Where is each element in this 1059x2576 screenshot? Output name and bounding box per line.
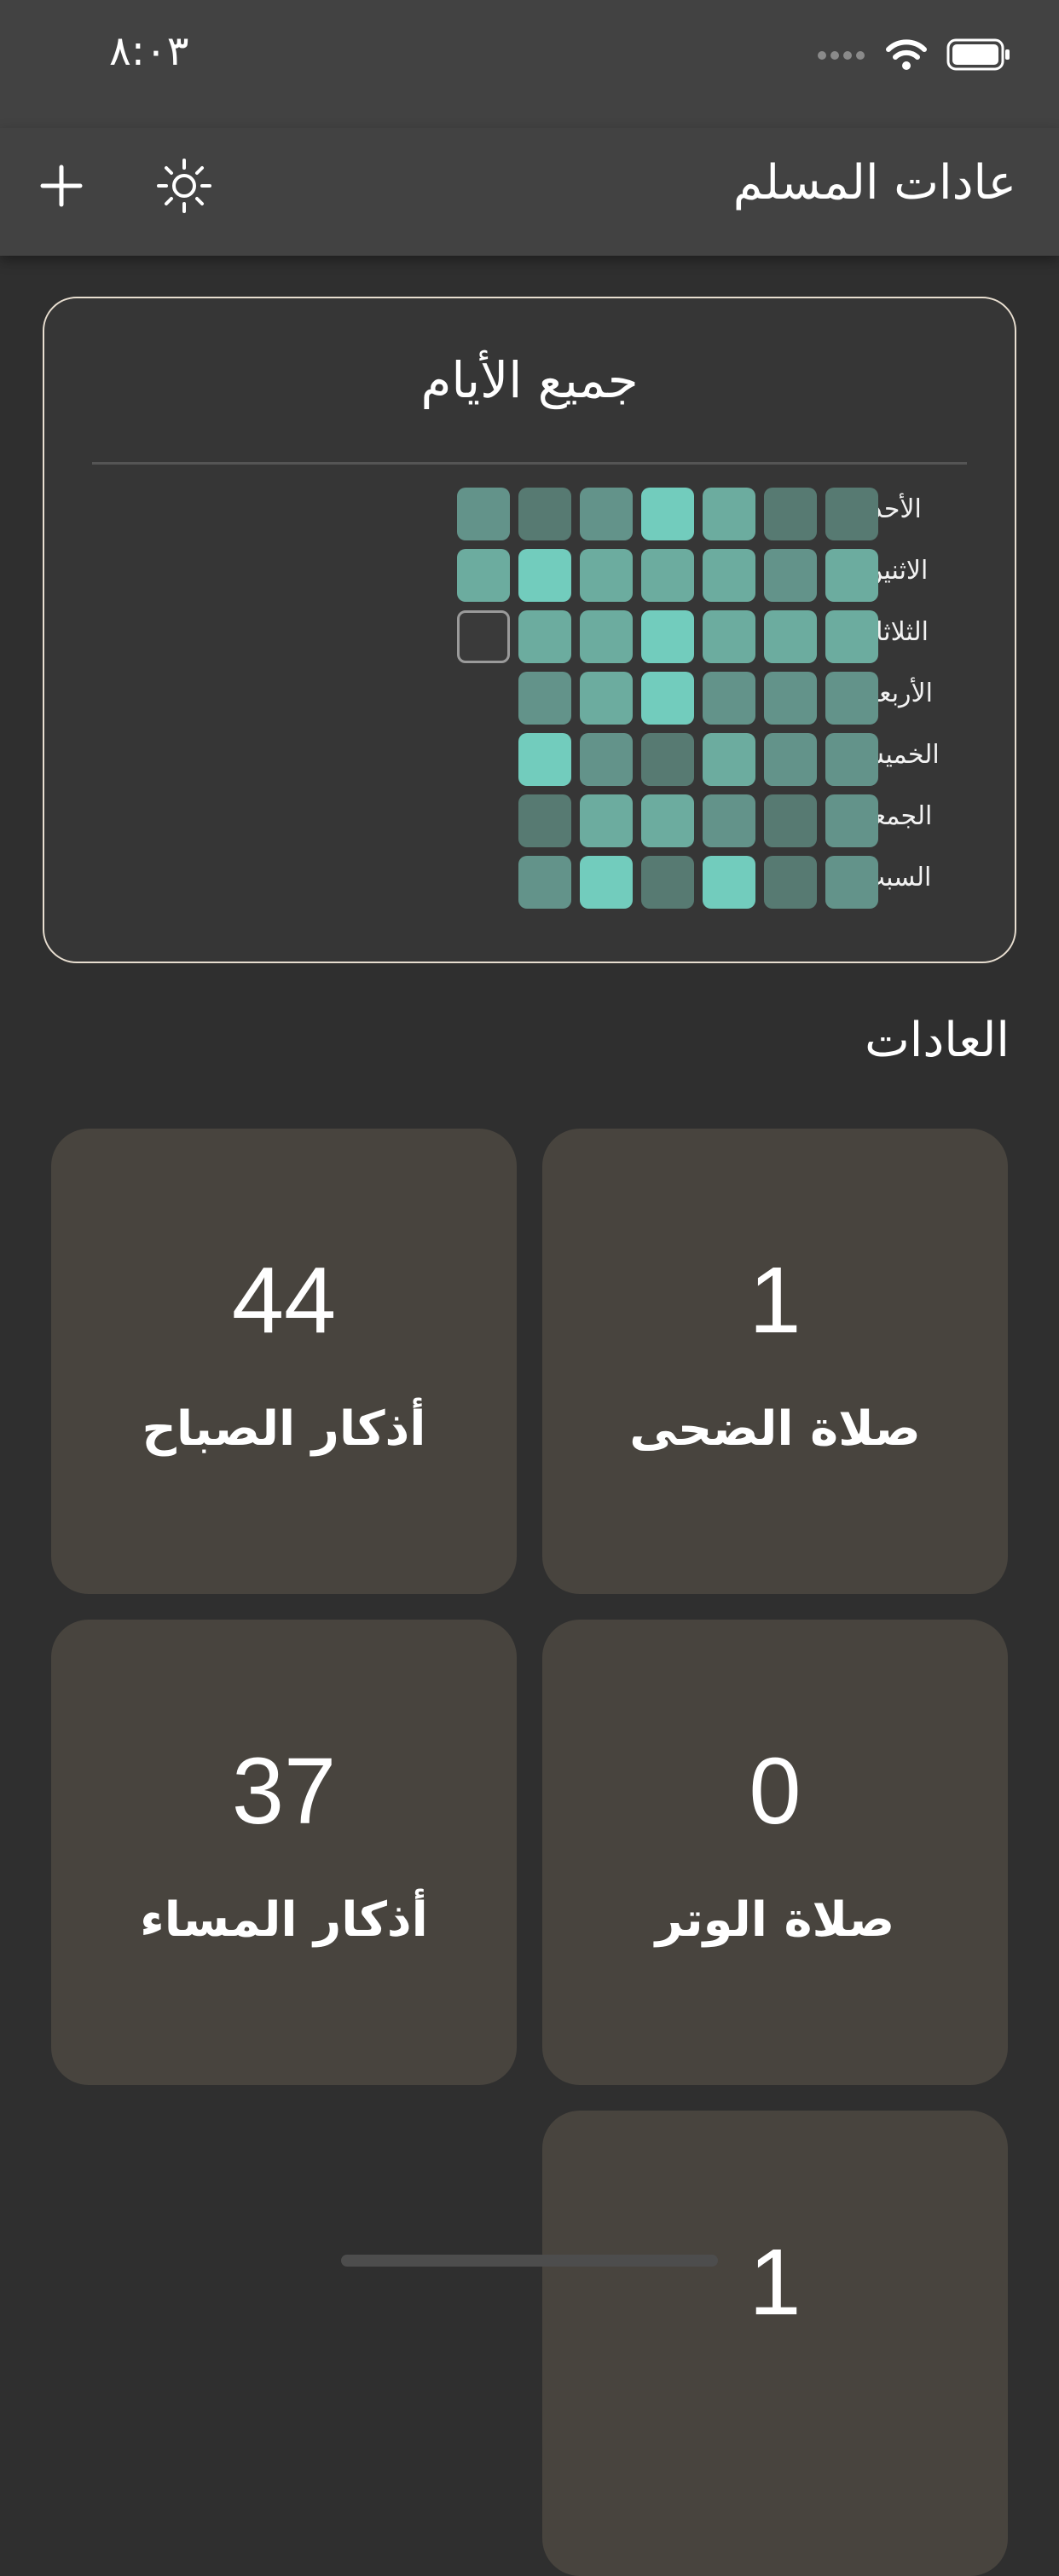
heatmap-cell	[580, 672, 633, 725]
heatmap-cell	[580, 794, 633, 847]
battery-icon	[946, 38, 1011, 74]
sun-icon	[154, 156, 214, 219]
heatmap-cell	[825, 733, 878, 786]
heatmap-cell	[518, 610, 571, 663]
habit-name: صلاة الوتر	[655, 1892, 895, 1948]
habit-card[interactable]: 0 صلاة الوتر	[542, 1620, 1008, 2085]
app-title: عادات المسلم	[732, 155, 1016, 211]
habit-card[interactable]: 37 أذكار المساء	[51, 1620, 517, 2085]
heatmap-cell	[764, 794, 817, 847]
heatmap-cell	[641, 488, 694, 540]
heatmap-cell	[764, 549, 817, 602]
heatmap-cell	[825, 794, 878, 847]
add-habit-button[interactable]	[27, 153, 95, 222]
heatmap-cell	[641, 549, 694, 602]
heatmap-title: جميع الأيام	[420, 351, 639, 409]
habit-name: صلاة الضحى	[629, 1401, 921, 1457]
heatmap-cell	[825, 610, 878, 663]
heatmap-cell	[703, 672, 755, 725]
habit-name: أذكار الصباح	[142, 1401, 426, 1457]
heatmap-cell	[580, 856, 633, 909]
habits-section-title: العادات	[865, 1013, 1010, 1068]
nav-bar: عادات المسلم	[0, 128, 1059, 256]
theme-toggle-button[interactable]	[150, 153, 218, 222]
habit-name: أذكار المساء	[140, 1892, 428, 1948]
habit-count: 44	[231, 1248, 337, 1353]
heatmap-divider	[92, 462, 967, 465]
status-icons	[817, 38, 1011, 75]
heatmap-cell	[825, 549, 878, 602]
habit-card[interactable]: 1	[542, 2111, 1008, 2576]
wifi-icon	[885, 38, 928, 75]
habit-count: 1	[749, 1248, 801, 1353]
habit-count: 1	[749, 2230, 801, 2335]
heatmap-cell	[457, 549, 510, 602]
heatmap-cell	[703, 856, 755, 909]
heatmap-cell	[641, 733, 694, 786]
home-indicator	[341, 2255, 718, 2267]
heatmap-cell	[518, 672, 571, 725]
habit-count: 0	[749, 1739, 801, 1844]
heatmap-cell	[764, 733, 817, 786]
habit-card[interactable]: 44 أذكار الصباح	[51, 1129, 517, 1594]
heatmap-cell	[764, 672, 817, 725]
heatmap-cell	[580, 549, 633, 602]
heatmap-cell	[580, 488, 633, 540]
status-bar: ٨:٠٣	[0, 0, 1059, 128]
heatmap-cell	[764, 856, 817, 909]
heatmap-cell	[641, 610, 694, 663]
heatmap-cell	[703, 488, 755, 540]
signal-dots-icon	[817, 49, 866, 65]
heatmap-cell	[825, 488, 878, 540]
heatmap-cell	[457, 488, 510, 540]
heatmap-cell	[518, 856, 571, 909]
heatmap-cell	[457, 610, 510, 663]
heatmap-cell	[764, 610, 817, 663]
heatmap-cell	[580, 610, 633, 663]
heatmap-cell	[641, 794, 694, 847]
heatmap-cell	[518, 733, 571, 786]
heatmap-cell	[764, 488, 817, 540]
heatmap-cell	[580, 733, 633, 786]
heatmap-cell	[825, 856, 878, 909]
heatmap-cell	[641, 672, 694, 725]
heatmap-cell	[825, 672, 878, 725]
heatmap-cell	[703, 549, 755, 602]
heatmap-cell	[518, 549, 571, 602]
heatmap-cell	[518, 794, 571, 847]
heatmap-cell	[641, 856, 694, 909]
plus-icon	[39, 164, 84, 211]
heatmap-cell	[518, 488, 571, 540]
heatmap-cell	[703, 794, 755, 847]
heatmap-cell	[703, 610, 755, 663]
habit-count: 37	[231, 1739, 337, 1844]
habit-card[interactable]: 1 صلاة الضحى	[542, 1129, 1008, 1594]
heatmap-cell	[703, 733, 755, 786]
all-days-heatmap-card[interactable]: جميع الأيام الأحد الاثنين الثلاثاء الأربعاء…	[43, 297, 1016, 963]
status-time: ٨:٠٣	[109, 27, 189, 75]
